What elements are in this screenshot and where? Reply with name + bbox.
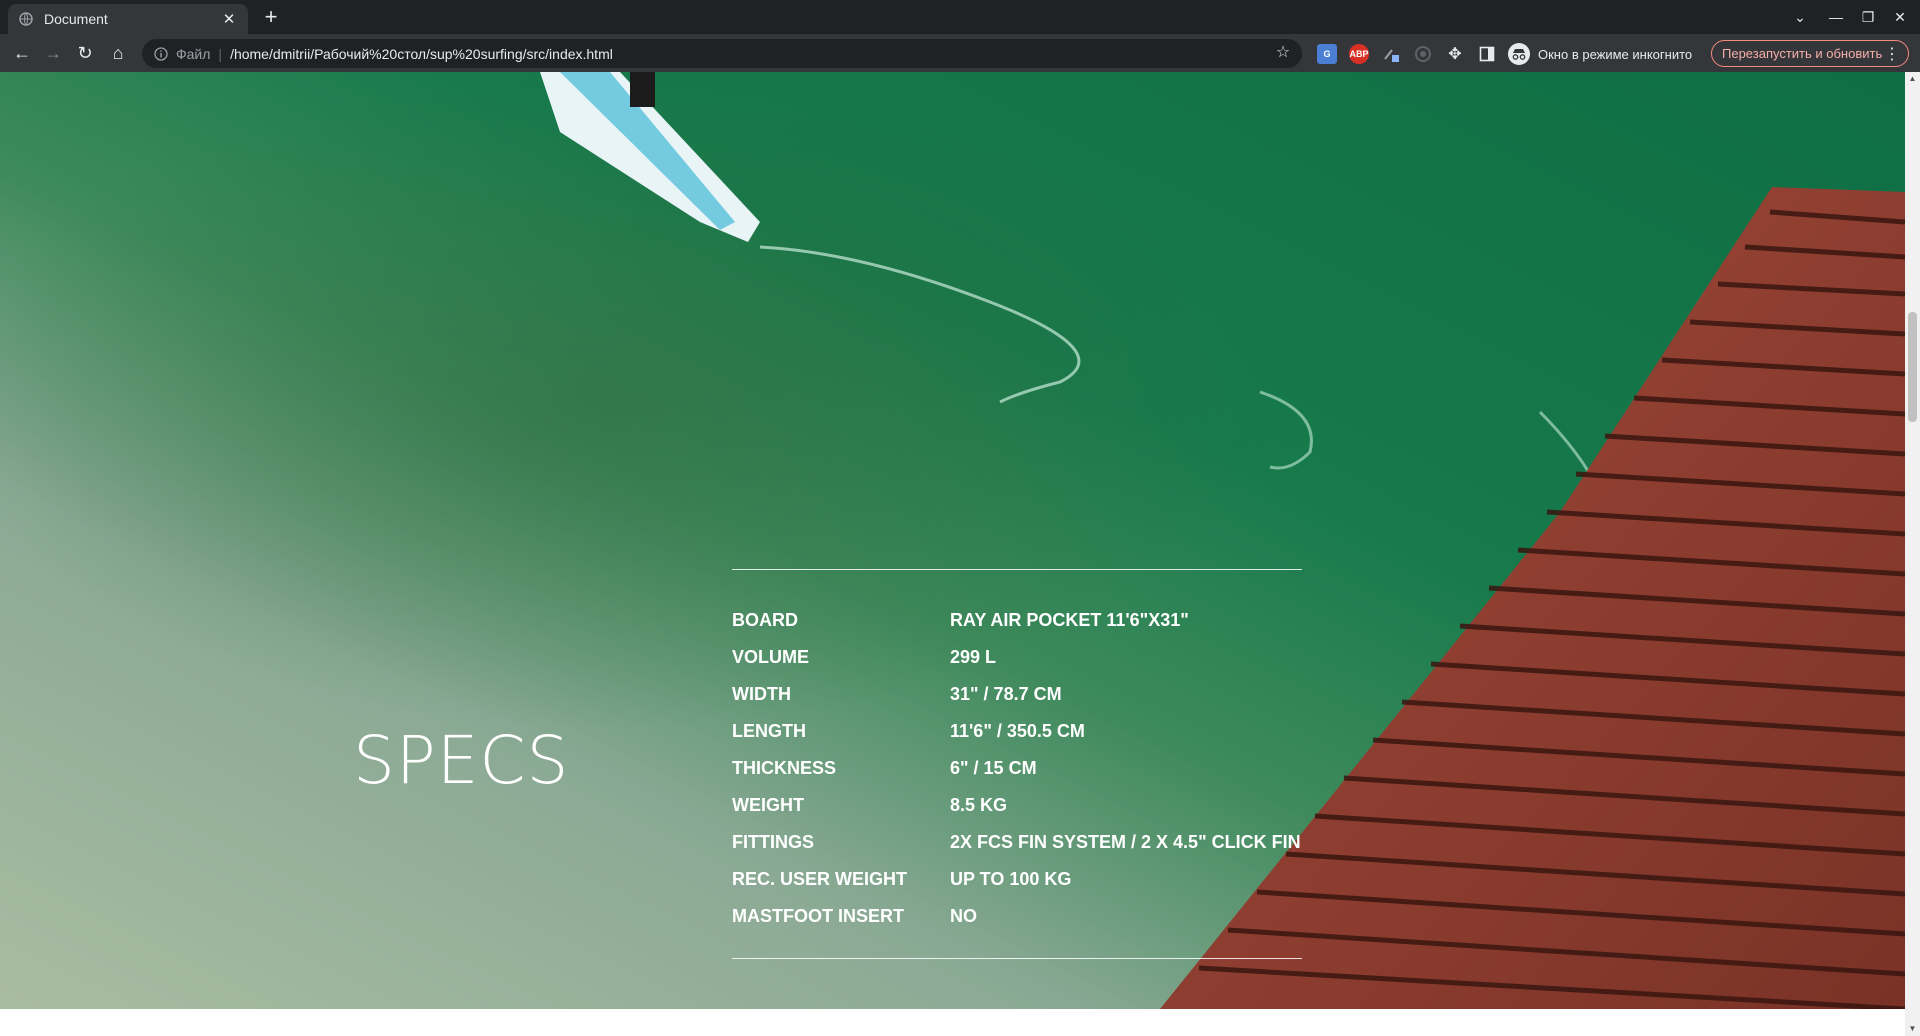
spec-row-fittings: FITTINGS 2X FCS FIN SYSTEM / 2 X 4.5" CL…	[732, 824, 1352, 861]
home-icon[interactable]: ⌂	[104, 40, 132, 66]
new-tab-button[interactable]: +	[258, 6, 284, 30]
spec-value: 31" / 78.7 CM	[950, 684, 1062, 704]
scrollbar-thumb[interactable]	[1908, 312, 1917, 422]
specs-top-divider	[732, 569, 1302, 570]
specs-heading: SPECS	[353, 722, 570, 799]
spec-label: LENGTH	[732, 721, 806, 741]
specs-bottom-divider	[732, 958, 1302, 959]
incognito-indicator[interactable]: Окно в режиме инкогнито	[1508, 43, 1692, 65]
spec-label: WIDTH	[732, 684, 791, 704]
bookmark-star-icon[interactable]: ☆	[1274, 44, 1292, 62]
spec-row-length: LENGTH 11'6" / 350.5 CM	[732, 713, 1352, 750]
spec-value: UP TO 100 KG	[950, 869, 1072, 889]
spec-value: 6" / 15 CM	[950, 758, 1037, 778]
side-panel-icon[interactable]	[1477, 44, 1497, 64]
menu-dots-icon[interactable]: ⋮	[1884, 44, 1900, 64]
spec-label: VOLUME	[732, 647, 810, 667]
address-separator: |	[218, 45, 223, 62]
reload-icon[interactable]: ↻	[71, 40, 99, 66]
browser-toolbar: ← → ↻ ⌂ Файл | /home/dmitrii/Рабочий%20с…	[0, 34, 1920, 72]
incognito-label: Окно в режиме инкогнито	[1538, 46, 1693, 62]
spec-value: 8.5 KG	[950, 795, 1008, 815]
incognito-icon	[1508, 43, 1530, 65]
scroll-down-icon[interactable]: ▼	[1905, 1022, 1920, 1036]
spec-row-width: WIDTH 31" / 78.7 CM	[732, 676, 1352, 713]
back-icon[interactable]: ←	[8, 40, 36, 66]
address-scheme: Файл	[176, 45, 211, 62]
spec-label: THICKNESS	[732, 758, 837, 778]
adblock-plus-icon[interactable]: ABP	[1349, 44, 1369, 64]
specs-table: BOARD RAY AIR POCKET 11'6"X31" VOLUME 29…	[732, 602, 1352, 935]
address-url[interactable]: /home/dmitrii/Рабочий%20стол/sup%20surfi…	[230, 46, 613, 62]
close-tab-icon[interactable]: ✕	[220, 10, 238, 28]
color-picker-extension-icon[interactable]	[1381, 44, 1401, 64]
spec-row-thickness: THICKNESS 6" / 15 CM	[732, 750, 1352, 787]
relaunch-label: Перезапустить и обновить	[1722, 46, 1883, 61]
spec-value: NO	[950, 906, 977, 926]
globe-icon	[18, 11, 34, 27]
relaunch-update-button[interactable]: Перезапустить и обновить ⋮	[1711, 40, 1909, 67]
tab-search-icon[interactable]: ⌄	[1780, 0, 1820, 34]
address-bar[interactable]: Файл | /home/dmitrii/Рабочий%20стол/sup%…	[142, 39, 1302, 68]
page-scrollbar[interactable]: ▲ ▼	[1905, 72, 1920, 1036]
spec-value: 11'6" / 350.5 CM	[950, 721, 1085, 741]
spec-label: BOARD	[732, 610, 798, 630]
close-window-icon[interactable]: ✕	[1880, 0, 1920, 34]
info-icon[interactable]	[152, 45, 170, 63]
translate-extension-icon[interactable]: G	[1317, 44, 1337, 64]
vpn-extension-icon[interactable]	[1413, 44, 1433, 64]
tab-title: Document	[44, 11, 108, 27]
spec-row-volume: VOLUME 299 L	[732, 639, 1352, 676]
spec-label: FITTINGS	[732, 832, 814, 852]
specs-hero-section: SPECS BOARD RAY AIR POCKET 11'6"X31" VOL…	[0, 72, 1905, 1009]
spec-value: 2X FCS FIN SYSTEM / 2 X 4.5" CLICK FIN	[950, 832, 1301, 852]
spec-value: RAY AIR POCKET 11'6"X31"	[950, 610, 1189, 630]
page-viewport: SPECS BOARD RAY AIR POCKET 11'6"X31" VOL…	[0, 72, 1905, 1036]
extensions-puzzle-icon[interactable]: ✥	[1445, 44, 1465, 64]
spec-label: WEIGHT	[732, 795, 804, 815]
spec-row-mastfoot: MASTFOOT INSERT NO	[732, 898, 1352, 935]
scroll-up-icon[interactable]: ▲	[1905, 72, 1920, 86]
spec-value: 299 L	[950, 647, 997, 667]
spec-row-board: BOARD RAY AIR POCKET 11'6"X31"	[732, 602, 1352, 639]
spec-row-user-weight: REC. USER WEIGHT UP TO 100 KG	[732, 861, 1352, 898]
forward-icon[interactable]: →	[39, 40, 67, 66]
spec-label: MASTFOOT INSERT	[732, 906, 904, 926]
browser-tab-strip: Document ✕ + ⌄ — ❐ ✕	[0, 0, 1920, 34]
spec-label: REC. USER WEIGHT	[732, 869, 908, 889]
spec-row-weight: WEIGHT 8.5 KG	[732, 787, 1352, 824]
browser-tab[interactable]: Document ✕	[8, 4, 248, 34]
